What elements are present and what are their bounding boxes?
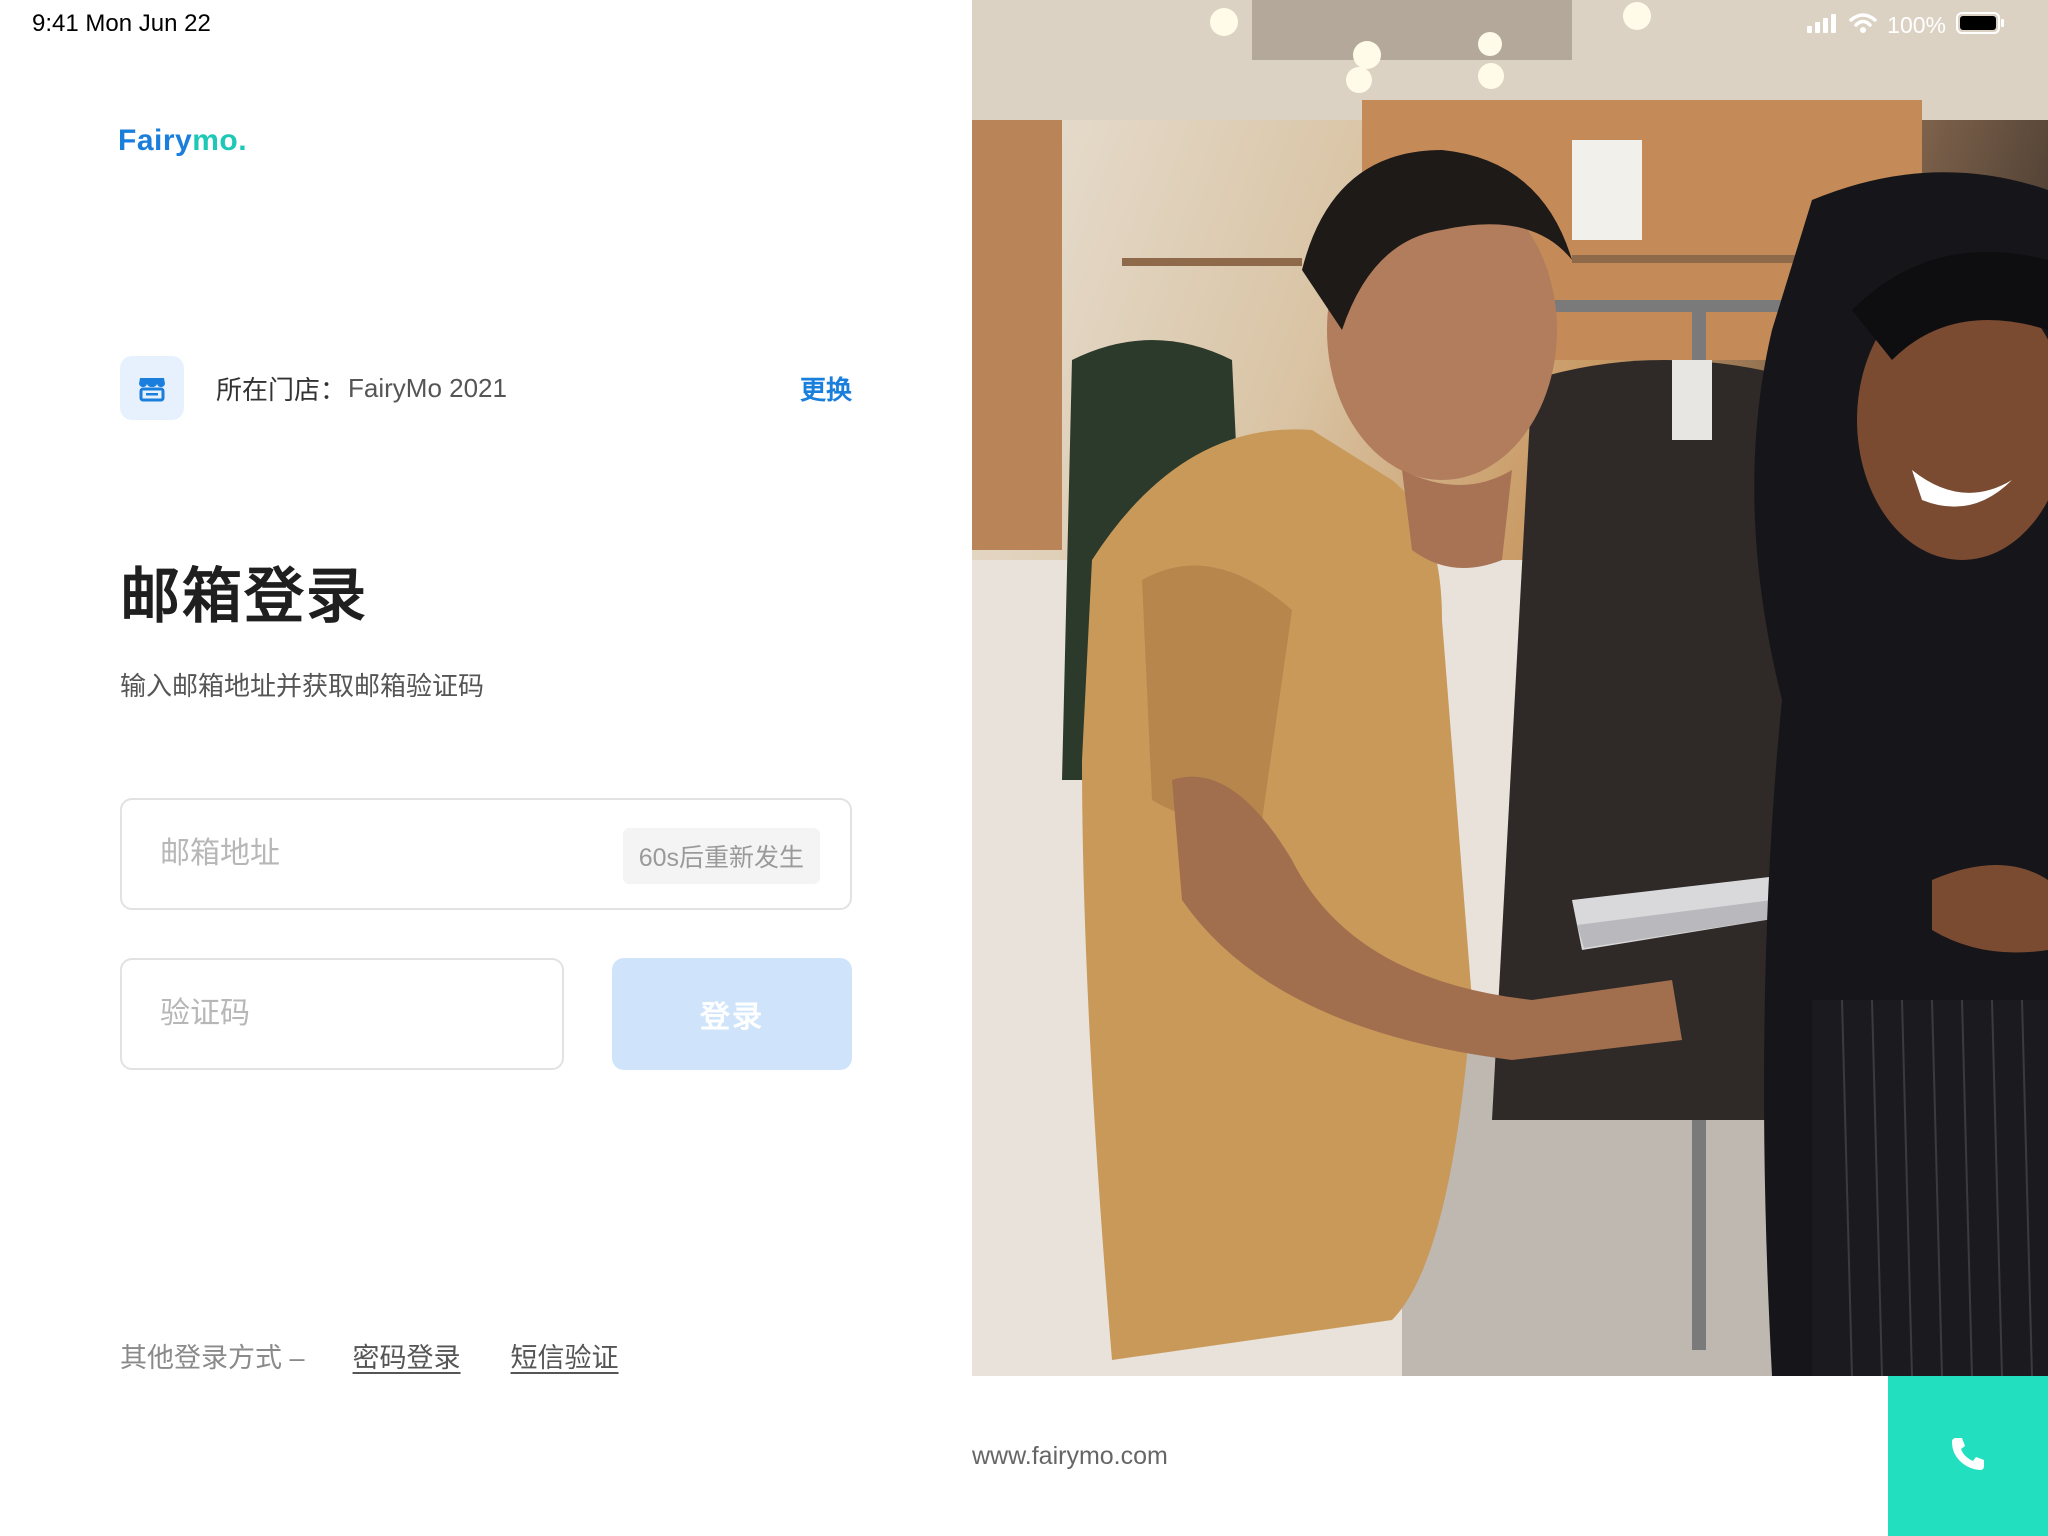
resend-code-button[interactable]: 60s后重新发生	[622, 828, 820, 884]
other-login-label: 其他登录方式 –	[120, 1343, 305, 1373]
page-title: 邮箱登录	[120, 563, 368, 630]
battery-icon	[1956, 11, 2006, 40]
email-input[interactable]	[122, 800, 602, 908]
website-url[interactable]: www.fairymo.com	[972, 1442, 1168, 1471]
brand-logo: Fairymo.	[118, 124, 247, 158]
verification-code-input[interactable]	[122, 960, 562, 1068]
brand-logo-part1: Fairy	[118, 124, 193, 157]
store-name: FairyMo 2021	[348, 372, 507, 403]
sms-login-link[interactable]: 短信验证	[511, 1336, 619, 1375]
battery-percentage: 100%	[1887, 11, 1946, 38]
store-icon	[120, 356, 184, 420]
email-field: 60s后重新发生	[120, 798, 852, 910]
status-time: 9:41 Mon Jun 22	[32, 10, 211, 37]
other-login-methods: 其他登录方式 – 密码登录 短信验证	[120, 1336, 619, 1375]
phone-icon	[1948, 1434, 1988, 1479]
hero-photo	[972, 0, 2048, 1376]
signal-icon	[1807, 13, 1839, 38]
wifi-icon	[1849, 12, 1877, 39]
page-subtitle: 输入邮箱地址并获取邮箱验证码	[120, 671, 485, 701]
store-selector: 所在门店： FairyMo 2021 更换	[120, 356, 852, 420]
verification-code-field	[120, 958, 564, 1070]
brand-logo-part2: mo.	[192, 124, 248, 157]
status-indicators: 100%	[1807, 10, 2006, 40]
call-button[interactable]	[1888, 1376, 2048, 1536]
password-login-link[interactable]: 密码登录	[353, 1336, 461, 1375]
login-button[interactable]: 登录	[612, 958, 852, 1070]
change-store-link[interactable]: 更换	[800, 370, 852, 407]
store-label: 所在门店：	[216, 374, 347, 405]
